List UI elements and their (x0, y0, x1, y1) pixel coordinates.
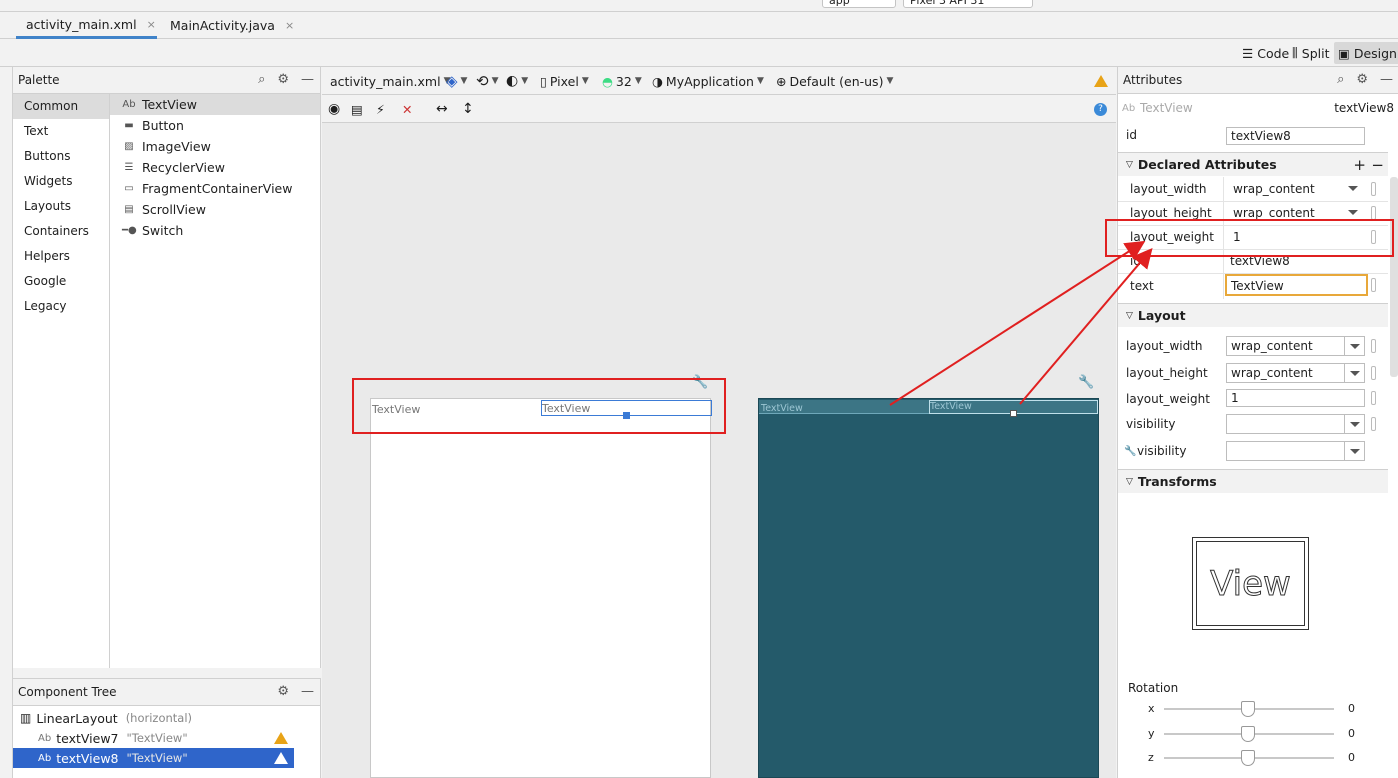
annotation-arrows (889, 240, 1153, 406)
arrow-2 (1019, 247, 1153, 405)
arrow-1 (889, 240, 1146, 406)
